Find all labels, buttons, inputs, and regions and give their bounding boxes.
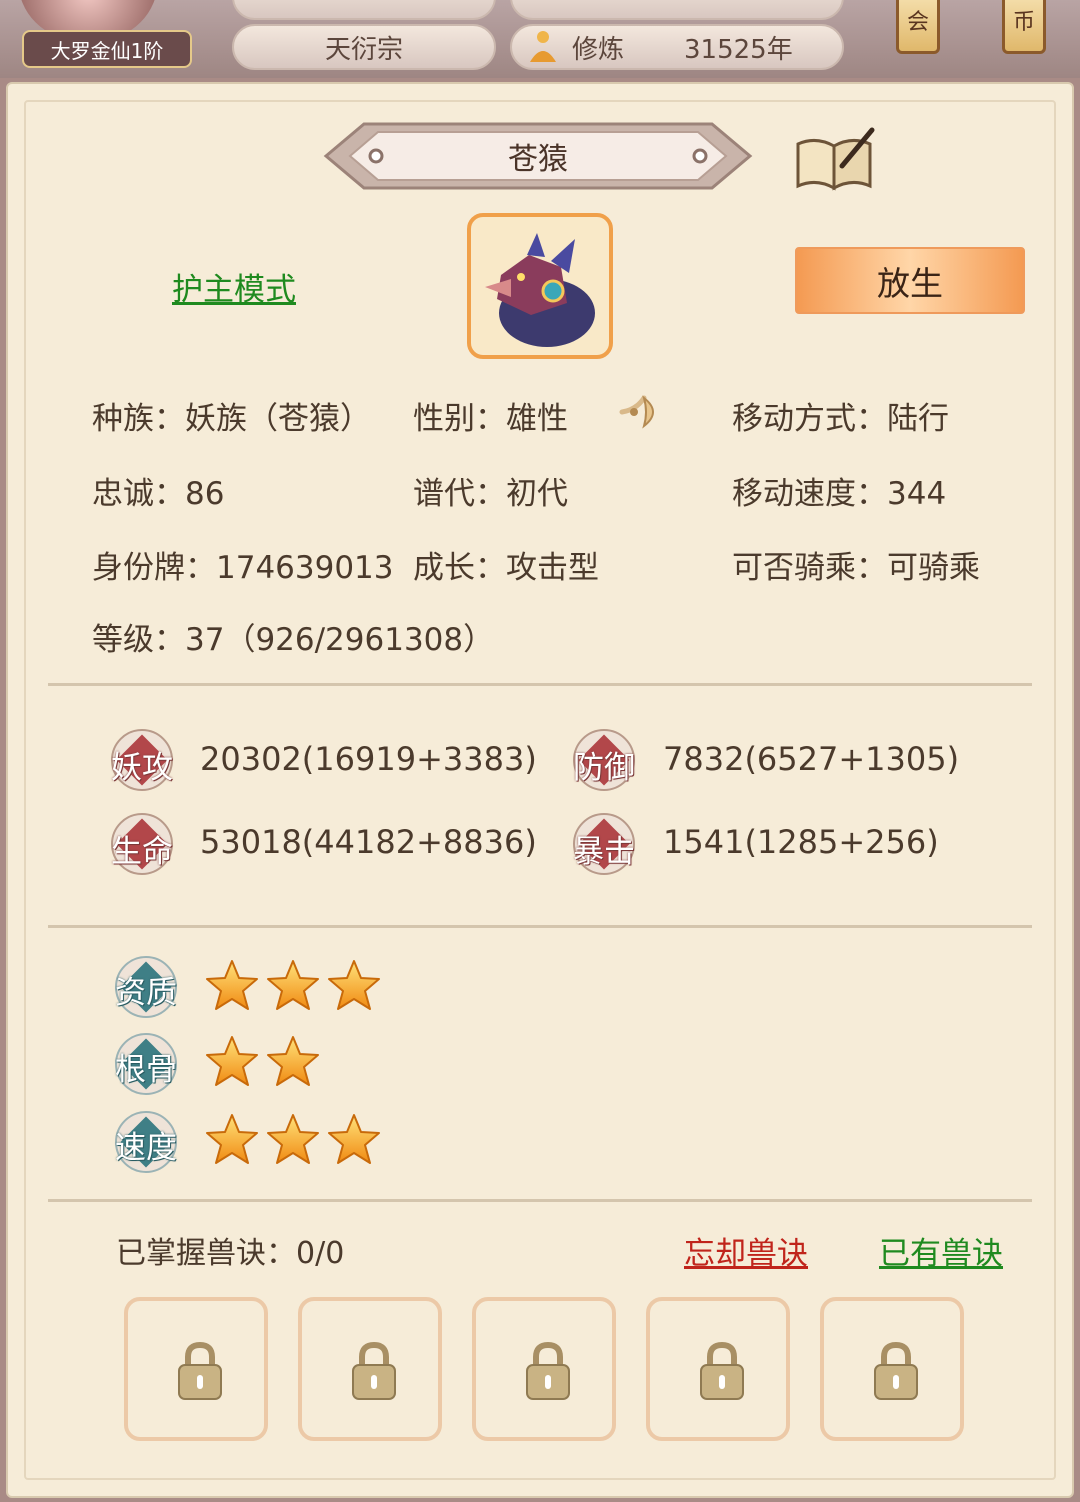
- attack-badge: 妖攻: [110, 728, 174, 792]
- locked-skill-slot[interactable]: [820, 1297, 964, 1441]
- locked-skill-slot[interactable]: [124, 1297, 268, 1441]
- lock-icon: [700, 1341, 744, 1400]
- generation-attr: 谱代：初代: [413, 476, 568, 512]
- growth-attr: 成长：攻击型: [413, 550, 599, 586]
- divider-3: [48, 1199, 1032, 1202]
- locked-skill-slot[interactable]: [298, 1297, 442, 1441]
- star-icon: [204, 1112, 260, 1168]
- star-icon: [204, 958, 260, 1014]
- lantern-right-text: 币: [1012, 10, 1035, 35]
- aptitude-label: 资质: [115, 975, 177, 1011]
- speed-label: 速度: [115, 1130, 177, 1166]
- partial-plate-2: [510, 0, 844, 20]
- locked-skill-slot[interactable]: [472, 1297, 616, 1441]
- lantern-left-text: 会: [906, 10, 929, 35]
- star-icon: [326, 1112, 382, 1168]
- move-speed-attr: 移动速度：344: [732, 476, 947, 512]
- speed-badge: 速度: [114, 1110, 178, 1174]
- hp-badge: 生命: [110, 812, 174, 876]
- star-icon: [265, 1034, 321, 1090]
- cultivation-label: 修炼: [572, 34, 625, 65]
- sect-name: 天衍宗: [324, 34, 403, 65]
- meditation-icon: [530, 31, 556, 62]
- star-icon: [265, 958, 321, 1014]
- release-button[interactable]: 放生: [795, 247, 1025, 314]
- race-attr: 种族：妖族（苍猿）: [92, 401, 371, 437]
- lantern-left[interactable]: 会: [896, 0, 940, 54]
- bone-badge: 根骨: [114, 1032, 178, 1096]
- lantern-right[interactable]: 币: [1002, 0, 1046, 54]
- divider-2: [48, 925, 1032, 928]
- id-tag-attr: 身份牌：174639013: [92, 550, 394, 586]
- attack-value: 20302(16919+3383): [200, 740, 537, 778]
- loyalty-attr: 忠诚：86: [92, 476, 225, 512]
- star-icon: [326, 958, 382, 1014]
- sect-plate: 天衍宗: [232, 24, 496, 70]
- beast-icon: [485, 233, 595, 347]
- partial-plate-1: [232, 0, 496, 20]
- level-attr: 等级：37（926/2961308）: [92, 622, 495, 658]
- defense-label: 防御: [573, 750, 635, 786]
- defense-value: 7832(6527+1305): [663, 740, 960, 778]
- crit-badge: 暴击: [572, 812, 636, 876]
- lock-icon: [178, 1341, 222, 1400]
- mastered-skills-label: 已掌握兽诀：0/0: [116, 1236, 345, 1271]
- pet-portrait[interactable]: [467, 213, 613, 359]
- attack-label: 妖攻: [111, 750, 173, 786]
- gender-attr: 性别：雄性: [413, 401, 568, 437]
- rank-text: 大罗金仙1阶: [50, 38, 164, 63]
- lock-icon: [874, 1341, 918, 1400]
- owned-skill-link[interactable]: 已有兽诀: [879, 1228, 1003, 1273]
- rank-plate: 大罗金仙1阶: [22, 30, 192, 68]
- top-bar: 大罗金仙1阶 天衍宗 修炼 31525年 会 币: [0, 0, 1080, 78]
- pet-name: 苍猿: [508, 142, 568, 177]
- cultivation-value: 31525年: [684, 34, 793, 65]
- crit-value: 1541(1285+256): [663, 823, 939, 861]
- divider-1: [48, 683, 1032, 686]
- lock-icon: [526, 1341, 570, 1400]
- aptitude-badge: 资质: [114, 955, 178, 1019]
- lock-icon: [352, 1341, 396, 1400]
- crit-label: 暴击: [573, 834, 635, 870]
- defense-badge: 防御: [572, 728, 636, 792]
- star-icon: [204, 1034, 260, 1090]
- swap-arrow-icon[interactable]: [618, 390, 666, 434]
- star-icon: [265, 1112, 321, 1168]
- pet-name-banner: 苍猿: [320, 118, 756, 194]
- locked-skill-slot[interactable]: [646, 1297, 790, 1441]
- cultivation-plate: 修炼 31525年: [510, 24, 844, 70]
- rideable-attr: 可否骑乘：可骑乘: [732, 550, 980, 586]
- book-icon[interactable]: [792, 124, 878, 196]
- move-type-attr: 移动方式：陆行: [732, 401, 949, 437]
- forget-skill-link[interactable]: 忘却兽诀: [684, 1228, 808, 1273]
- guard-mode-link[interactable]: 护主模式: [172, 264, 296, 309]
- bone-label: 根骨: [115, 1052, 177, 1088]
- hp-label: 生命: [111, 834, 173, 870]
- hp-value: 53018(44182+8836): [200, 823, 537, 861]
